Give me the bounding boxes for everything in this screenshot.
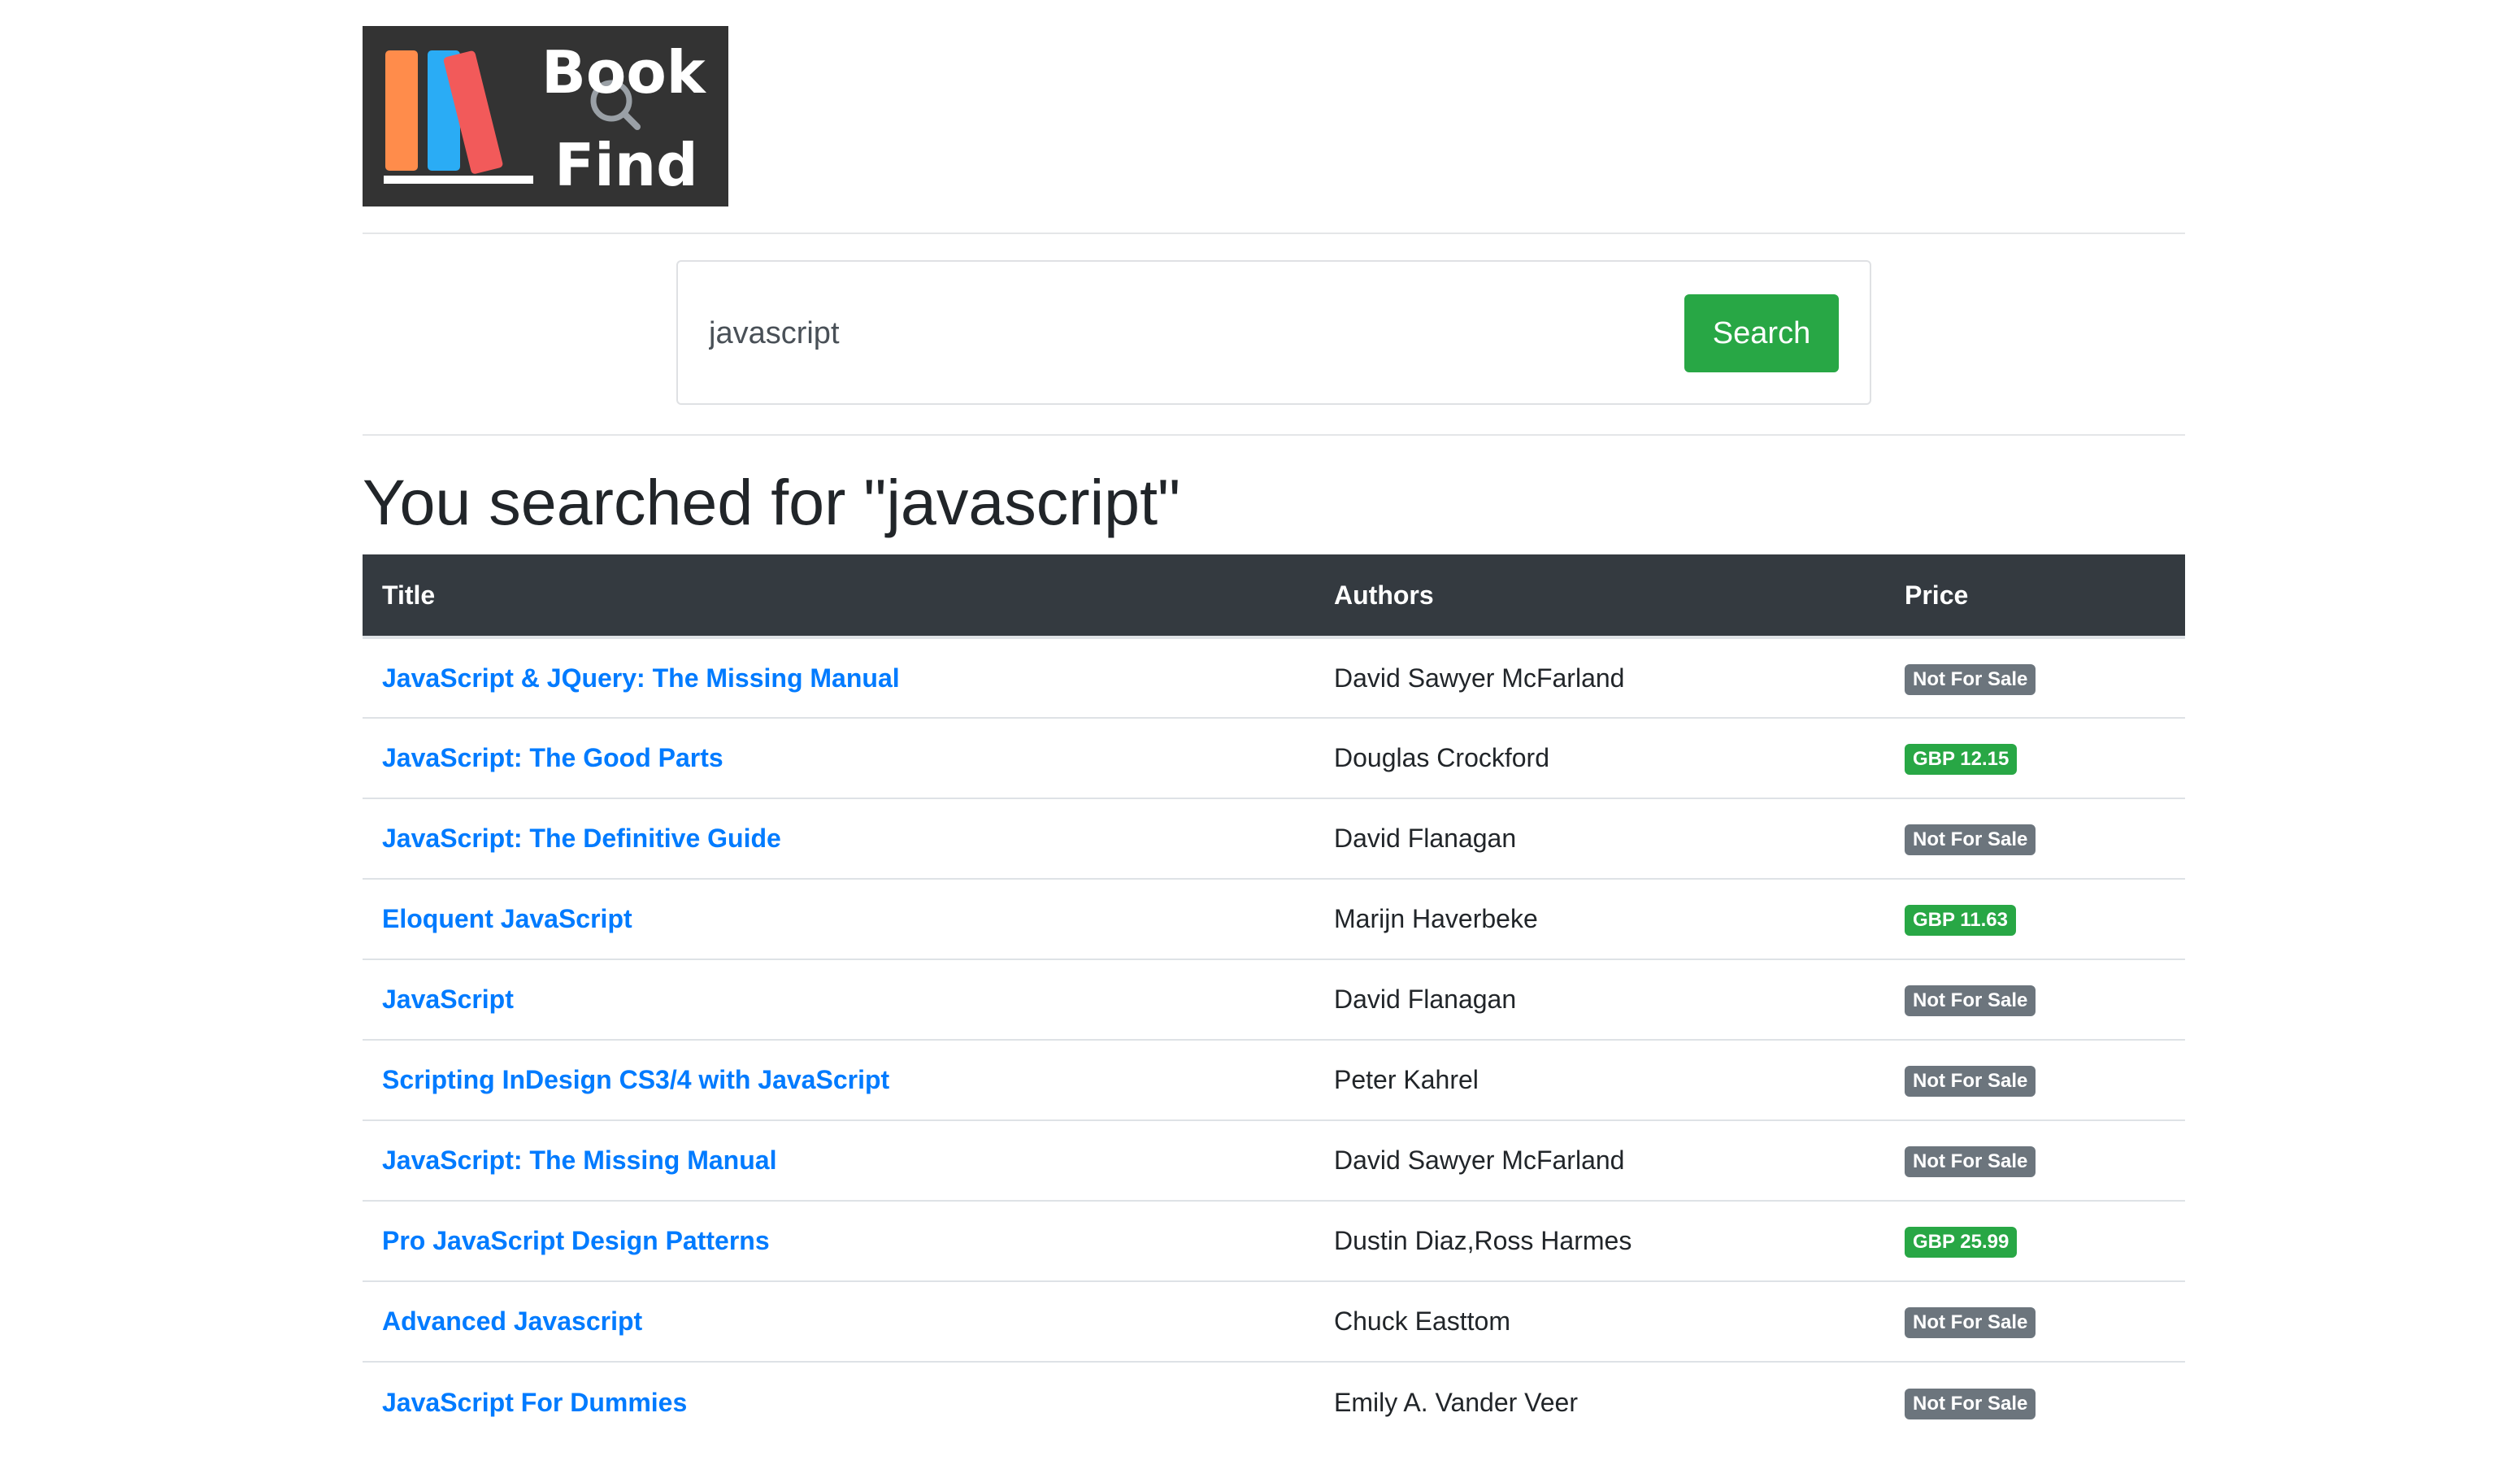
search-input[interactable] [709,288,1644,379]
price-badge: GBP 25.99 [1905,1227,2018,1258]
book-title-cell: Scripting InDesign CS3/4 with JavaScript [363,1040,1314,1121]
book-title-cell: JavaScript [363,959,1314,1041]
book-authors: Dustin Diaz,Ross Harmes [1314,1201,1885,1282]
book-title-link[interactable]: JavaScript For Dummies [382,1388,687,1417]
price-badge: Not For Sale [1905,985,2036,1016]
book-price-cell: Not For Sale [1885,1120,2185,1202]
book-authors: David Sawyer McFarland [1314,637,1885,719]
table-row: JavaScript & JQuery: The Missing Manual D… [363,637,2185,719]
price-badge: Not For Sale [1905,1307,2036,1338]
book-price-cell: Not For Sale [1885,1281,2185,1363]
book-title-link[interactable]: Eloquent JavaScript [382,904,632,933]
table-row: JavaScript David Flanagan Not For Sale [363,959,2185,1041]
logo-text-line1: Book [541,38,707,107]
price-badge: Not For Sale [1905,1388,2036,1419]
book-authors: David Flanagan [1314,959,1885,1041]
price-badge: GBP 12.15 [1905,744,2018,775]
price-badge: Not For Sale [1905,1146,2036,1177]
search-button[interactable]: Search [1684,294,1839,372]
book-title-link[interactable]: Advanced Javascript [382,1306,642,1336]
book-title-link[interactable]: JavaScript: The Definitive Guide [382,824,781,853]
book-title-link[interactable]: Scripting InDesign CS3/4 with JavaScript [382,1065,889,1094]
book-authors: Emily A. Vander Veer [1334,1387,1578,1417]
search-divider [363,434,2185,436]
book-title-cell: JavaScript: The Definitive Guide [363,798,1314,880]
book-authors: Chuck Easttom [1314,1281,1885,1363]
table-row: Pro JavaScript Design Patterns Dustin Dia… [363,1201,2185,1282]
book-title-link[interactable]: JavaScript: The Good Parts [382,743,723,772]
book-price-cell: GBP 12.15 [1885,718,2185,799]
book-price-cell: Not For Sale [1885,1362,2185,1442]
book-authors: David Flanagan [1314,798,1885,880]
table-row: Eloquent JavaScript Marijn Haverbeke GBP 1… [363,879,2185,960]
table-row: JavaScript: The Missing Manual David Sawy… [363,1120,2185,1202]
table-row: JavaScript For Dummies Emily A. Vander Ve… [363,1362,2185,1442]
search-form: Search [676,260,1871,405]
results-heading: You searched for "javascript" [363,466,1181,538]
logo-text-line2: Find [554,131,698,199]
header-divider [363,233,2185,234]
book-title-link[interactable]: JavaScript [382,985,514,1014]
column-header-authors: Authors [1314,554,1885,639]
book-title-cell: JavaScript & JQuery: The Missing Manual [363,637,1314,719]
book-title-cell: JavaScript For Dummies [363,1362,1314,1442]
column-header-title: Title [363,554,1314,639]
book-title-link[interactable]: JavaScript & JQuery: The Missing Manual [382,663,900,693]
book-authors: Douglas Crockford [1314,718,1885,799]
logo-image: Book Find [363,26,728,206]
results-body: JavaScript & JQuery: The Missing Manual D… [363,637,2185,1442]
book-price-cell: GBP 25.99 [1885,1201,2185,1282]
book-price-cell: Not For Sale [1885,959,2185,1041]
book-authors: Marijn Haverbeke [1314,879,1885,960]
book-price-cell: GBP 11.63 [1885,879,2185,960]
book-find-logo[interactable]: Book Find [363,26,728,206]
book-price-cell: Not For Sale [1885,637,2185,719]
book-authors: Peter Kahrel [1314,1040,1885,1121]
table-row: JavaScript: The Definitive Guide David Fl… [363,798,2185,880]
book-title-cell: JavaScript: The Missing Manual [363,1120,1314,1202]
price-badge: Not For Sale [1905,824,2036,855]
column-header-price: Price [1885,554,2185,639]
book-price-cell: Not For Sale [1885,1040,2185,1121]
table-row: Scripting InDesign CS3/4 with JavaScript… [363,1040,2185,1121]
table-row: JavaScript: The Good Parts Douglas Crockf… [363,718,2185,799]
table-header-row: Title Authors Price [363,554,2185,639]
book-title-link[interactable]: Pro JavaScript Design Patterns [382,1226,770,1255]
book-title-cell: JavaScript: The Good Parts [363,718,1314,799]
price-badge: GBP 11.63 [1905,905,2016,936]
book-title-cell: Advanced Javascript [363,1281,1314,1363]
book-title-cell: Eloquent JavaScript [363,879,1314,960]
book-price-cell: Not For Sale [1885,798,2185,880]
book-title-link[interactable]: JavaScript: The Missing Manual [382,1145,776,1175]
price-badge: Not For Sale [1905,663,2036,695]
table-row: Advanced Javascript Chuck Easttom Not For … [363,1281,2185,1363]
book-title-cell: Pro JavaScript Design Patterns [363,1201,1314,1282]
results-table: Title Authors Price JavaScript & JQuery:… [363,554,2185,1442]
book-authors: David Sawyer McFarland [1314,1120,1885,1202]
price-badge: Not For Sale [1905,1066,2036,1097]
